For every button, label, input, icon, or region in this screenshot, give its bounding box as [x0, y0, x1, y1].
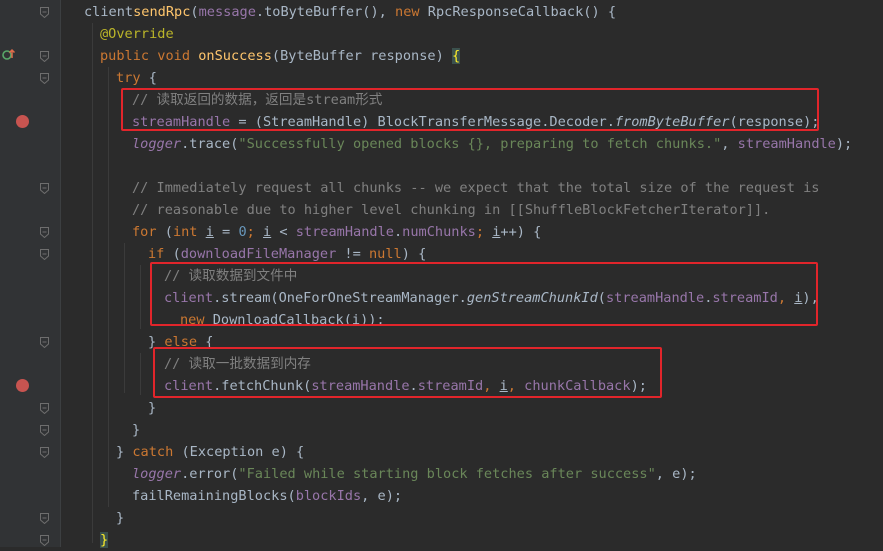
code-token: ++) {: [500, 224, 542, 240]
code-line[interactable]: logger.trace("Successfully opened blocks…: [132, 133, 852, 155]
code-token: , e);: [655, 466, 697, 482]
fold-marker-icon[interactable]: [40, 447, 49, 458]
code-token: sendRpc: [133, 4, 191, 20]
code-token: catch: [132, 444, 182, 460]
fold-marker-icon[interactable]: [40, 425, 49, 436]
code-token: );: [835, 136, 853, 152]
fold-marker-icon[interactable]: [40, 7, 49, 18]
code-token: ;: [246, 224, 255, 240]
code-token: failRemainingBlocks(: [132, 488, 296, 504]
code-token: new: [395, 4, 428, 20]
code-line[interactable]: logger.error("Failed while starting bloc…: [132, 463, 697, 485]
code-token: .error(: [181, 466, 239, 482]
code-token: !=: [336, 246, 369, 262]
indent-guide: [140, 265, 141, 329]
code-token: for: [132, 224, 165, 240]
fold-marker-icon[interactable]: [40, 535, 49, 546]
code-token: ,: [721, 136, 738, 152]
highlight-box-fetchchunk: [153, 347, 662, 398]
code-line[interactable]: clientsendRpc(message.toByteBuffer(), ne…: [84, 1, 616, 23]
code-token: }: [116, 510, 125, 526]
code-token: (: [190, 4, 199, 20]
code-token: "Successfully opened blocks {}, preparin…: [238, 136, 722, 152]
highlight-box-stream: [150, 262, 818, 326]
code-token: if: [148, 246, 173, 262]
code-token: message: [198, 4, 256, 20]
code-token: null: [369, 246, 402, 262]
code-token: .trace(: [181, 136, 239, 152]
code-token: (Exception e) {: [181, 444, 305, 460]
code-line[interactable]: }: [116, 507, 124, 529]
override-marker-icon[interactable]: [2, 47, 16, 61]
code-token: onSuccess: [198, 48, 272, 64]
code-token: (: [172, 246, 181, 262]
code-token: blockIds: [295, 488, 362, 504]
highlight-box-decode: [121, 88, 819, 131]
code-token: .: [393, 224, 403, 240]
editor-gutter[interactable]: [0, 0, 60, 547]
code-line[interactable]: }: [100, 529, 109, 551]
indent-guide: [124, 243, 125, 393]
code-token: i: [205, 224, 214, 240]
indent-guide: [140, 353, 141, 395]
code-token: }: [116, 444, 133, 460]
code-token: // reasonable due to higher level chunki…: [132, 202, 771, 218]
code-token: @Override: [100, 26, 174, 42]
code-token: ) {: [401, 246, 427, 262]
indent-guide: [108, 67, 109, 507]
code-token: streamHandle: [295, 224, 394, 240]
code-token: <: [271, 224, 296, 240]
fold-marker-icon[interactable]: [40, 249, 49, 260]
code-line[interactable]: // Immediately request all chunks -- we …: [132, 177, 819, 199]
code-token: "Failed while starting block fetches aft…: [238, 466, 656, 482]
code-token: numChunks: [402, 224, 476, 240]
fold-marker-icon[interactable]: [40, 337, 49, 348]
code-token: public void: [100, 48, 199, 64]
code-line[interactable]: // reasonable due to higher level chunki…: [132, 199, 770, 221]
code-token: }: [100, 532, 109, 548]
code-token: client: [84, 4, 134, 20]
code-token: logger: [132, 466, 182, 482]
code-token: ;: [475, 224, 493, 240]
code-token: }: [148, 400, 157, 416]
fold-marker-icon[interactable]: [40, 513, 49, 524]
code-token: logger: [132, 136, 182, 152]
code-line[interactable]: } catch (Exception e) {: [116, 441, 304, 463]
code-line[interactable]: failRemainingBlocks(blockIds, e);: [132, 485, 402, 507]
code-token: (: [164, 224, 173, 240]
code-token: try: [116, 70, 149, 86]
breakpoint-icon[interactable]: [16, 115, 29, 128]
code-token: {: [148, 70, 157, 86]
code-token: .toByteBuffer(),: [255, 4, 396, 20]
code-token: streamHandle: [737, 136, 836, 152]
code-line[interactable]: }: [148, 397, 156, 419]
code-token: // Immediately request all chunks -- we …: [132, 180, 820, 196]
code-token: 0: [238, 224, 247, 240]
code-line[interactable]: for (int i = 0; i < streamHandle.numChun…: [132, 221, 541, 243]
indent-guide: [92, 23, 93, 543]
code-token: i: [263, 224, 272, 240]
code-line[interactable]: try {: [116, 67, 157, 89]
code-token: RpcResponseCallback() {: [427, 4, 617, 20]
code-token: }: [132, 422, 141, 438]
breakpoint-icon[interactable]: [16, 379, 29, 392]
code-line[interactable]: }: [132, 419, 140, 441]
fold-marker-icon[interactable]: [40, 183, 49, 194]
code-line[interactable]: public void onSuccess(ByteBuffer respons…: [100, 45, 461, 67]
code-token: (ByteBuffer response): [271, 48, 452, 64]
code-token: int: [172, 224, 206, 240]
code-token: downloadFileManager: [180, 246, 337, 262]
fold-marker-icon[interactable]: [40, 227, 49, 238]
code-line[interactable]: @Override: [100, 23, 174, 45]
fold-marker-icon[interactable]: [40, 403, 49, 414]
fold-marker-icon[interactable]: [40, 51, 49, 62]
code-token: =: [213, 224, 239, 240]
fold-marker-icon[interactable]: [40, 73, 49, 84]
code-token: , e);: [361, 488, 403, 504]
code-token: {: [451, 48, 461, 64]
